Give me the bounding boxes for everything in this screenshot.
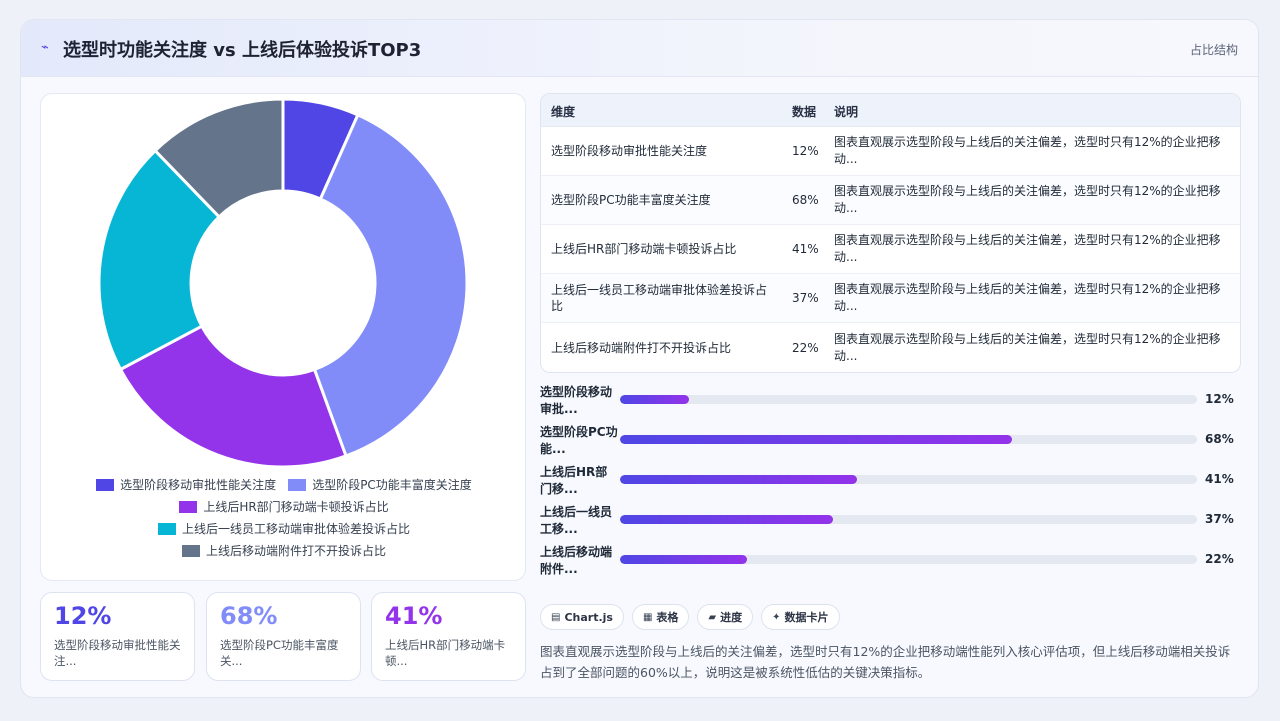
table-cell-data: 41% bbox=[792, 242, 819, 256]
stat-value: 68% bbox=[220, 602, 278, 630]
donut-chart bbox=[97, 97, 469, 469]
progress-row: 上线后一线员工移... 37% bbox=[540, 503, 1241, 543]
legend-item[interactable]: 选型阶段PC功能丰富度关注度 bbox=[288, 477, 472, 493]
stat-card: 68% 选型阶段PC功能丰富度关... bbox=[206, 592, 361, 681]
table-icon: ▦ bbox=[642, 611, 653, 623]
table-cell-note: 图表直观展示选型阶段与上线后的关注偏差，选型时只有12%的企业把移动... bbox=[834, 135, 1221, 166]
table-header: 维度 数据 说明 bbox=[541, 94, 1240, 127]
table-cell-dimension: 上线后移动端附件打不开投诉占比 bbox=[551, 340, 732, 355]
stat-label: 上线后HR部门移动端卡顿... bbox=[385, 638, 506, 668]
table-cell-dimension: 上线后HR部门移动端卡顿投诉占比 bbox=[551, 242, 737, 256]
stat-card: 12% 选型阶段移动审批性能关注... bbox=[40, 592, 195, 681]
legend-swatch bbox=[288, 479, 307, 491]
legend-label: 选型阶段PC功能丰富度关注度 bbox=[312, 478, 472, 492]
data-table: 维度 数据 说明 选型阶段移动审批性能关注度 12% 图表直观展示选型阶段与上线… bbox=[540, 93, 1241, 373]
legend-item[interactable]: 上线后移动端附件打不开投诉占比 bbox=[181, 543, 386, 559]
progress-row: 选型阶段PC功能... 68% bbox=[540, 423, 1241, 463]
progress-track bbox=[620, 555, 1197, 564]
table-header-data: 数据 bbox=[792, 105, 817, 119]
progress-track bbox=[620, 395, 1197, 404]
card-header: ⌁ 选型时功能关注度 vs 上线后体验投诉TOP3 占比结构 bbox=[21, 20, 1258, 77]
progress-label: 选型阶段PC功能... bbox=[540, 425, 618, 456]
progress-fill bbox=[620, 395, 690, 404]
tag-label: 数据卡片 bbox=[784, 611, 829, 624]
progress-value: 37% bbox=[1205, 512, 1234, 526]
progress-value: 41% bbox=[1205, 472, 1234, 486]
legend-item[interactable]: 选型阶段移动审批性能关注度 bbox=[96, 477, 276, 493]
tag-list: ▤ Chart.js ▦ 表格 ▰ 进度 ✦ 数据卡片 bbox=[540, 604, 840, 630]
table-row: 上线后一线员工移动端审批体验差投诉占比 37% 图表直观展示选型阶段与上线后的关… bbox=[541, 274, 1240, 323]
legend-swatch bbox=[96, 479, 115, 491]
donut-slice[interactable] bbox=[312, 112, 469, 458]
sparkle-icon: ✦ bbox=[772, 611, 781, 623]
progress-label: 上线后HR部门移... bbox=[540, 465, 608, 496]
table-cell-dimension: 选型阶段PC功能丰富度关注度 bbox=[551, 193, 711, 207]
chart-legend: 选型阶段移动审批性能关注度 选型阶段PC功能丰富度关注度上线后HR部门移动端卡顿投… bbox=[61, 477, 507, 559]
stat-label: 选型阶段移动审批性能关注... bbox=[54, 638, 181, 668]
progress-row: 选型阶段移动审批... 12% bbox=[540, 383, 1241, 423]
progress-track bbox=[620, 435, 1197, 444]
stat-value: 12% bbox=[54, 602, 112, 630]
legend-item[interactable]: 上线后一线员工移动端审批体验差投诉占比 bbox=[157, 521, 410, 537]
legend-label: 上线后一线员工移动端审批体验差投诉占比 bbox=[181, 522, 410, 536]
progress-row: 上线后HR部门移... 41% bbox=[540, 463, 1241, 503]
table-row: 上线后HR部门移动端卡顿投诉占比 41% 图表直观展示选型阶段与上线后的关注偏差… bbox=[541, 225, 1240, 274]
table-row: 选型阶段PC功能丰富度关注度 68% 图表直观展示选型阶段与上线后的关注偏差，选… bbox=[541, 176, 1240, 225]
table-cell-data: 22% bbox=[792, 340, 819, 355]
table-cell-note: 图表直观展示选型阶段与上线后的关注偏差，选型时只有12%的企业把移动... bbox=[834, 331, 1221, 363]
table-cell-note: 图表直观展示选型阶段与上线后的关注偏差，选型时只有12%的企业把移动... bbox=[834, 184, 1221, 215]
legend-label: 选型阶段移动审批性能关注度 bbox=[120, 478, 277, 492]
legend-label: 上线后移动端附件打不开投诉占比 bbox=[205, 544, 386, 558]
stat-value: 41% bbox=[385, 602, 443, 630]
progress-fill bbox=[620, 475, 857, 484]
tag-label: 表格 bbox=[656, 611, 679, 624]
chart-icon: ▤ bbox=[551, 611, 561, 623]
table-header-note: 说明 bbox=[834, 105, 859, 119]
progress-row: 上线后移动端附件... 22% bbox=[540, 543, 1241, 583]
stat-card: 41% 上线后HR部门移动端卡顿... bbox=[371, 592, 526, 681]
progress-track bbox=[620, 515, 1197, 524]
progress-value: 68% bbox=[1205, 432, 1234, 446]
table-cell-dimension: 选型阶段移动审批性能关注度 bbox=[551, 144, 708, 158]
header-tag: 占比结构 bbox=[1189, 43, 1238, 57]
progress-fill bbox=[620, 435, 1013, 444]
table-header-dimension: 维度 bbox=[551, 105, 576, 119]
table-cell-data: 12% bbox=[792, 144, 819, 158]
table-cell-dimension: 上线后一线员工移动端审批体验差投诉占比 bbox=[551, 283, 768, 313]
table-cell-data: 68% bbox=[792, 193, 819, 207]
progress-value: 22% bbox=[1205, 552, 1234, 566]
table-cell-note: 图表直观展示选型阶段与上线后的关注偏差，选型时只有12%的企业把移动... bbox=[834, 233, 1221, 264]
tag-chip-progress[interactable]: ▰ 进度 bbox=[697, 604, 754, 630]
tag-chip-chartjs[interactable]: ▤ Chart.js bbox=[540, 604, 624, 630]
table-row: 上线后移动端附件打不开投诉占比 22% 图表直观展示选型阶段与上线后的关注偏差，… bbox=[541, 323, 1240, 372]
legend-swatch bbox=[181, 545, 200, 557]
tag-label: Chart.js bbox=[564, 610, 613, 624]
legend-label: 上线后HR部门移动端卡顿投诉占比 bbox=[203, 500, 389, 514]
legend-swatch bbox=[157, 523, 176, 535]
tag-chip-data-card[interactable]: ✦ 数据卡片 bbox=[761, 604, 840, 630]
table-cell-note: 图表直观展示选型阶段与上线后的关注偏差，选型时只有12%的企业把移动... bbox=[834, 282, 1221, 313]
logo-icon: ⌁ bbox=[41, 40, 49, 55]
summary-text: 图表直观展示选型阶段与上线后的关注偏差，选型时只有12%的企业把移动端性能列入核… bbox=[540, 644, 1231, 680]
progress-label: 选型阶段移动审批... bbox=[540, 385, 613, 416]
table-row: 选型阶段移动审批性能关注度 12% 图表直观展示选型阶段与上线后的关注偏差，选型… bbox=[541, 127, 1240, 176]
legend-item[interactable]: 上线后HR部门移动端卡顿投诉占比 bbox=[179, 499, 389, 515]
progress-track bbox=[620, 475, 1197, 484]
donut-chart-panel: 选型阶段移动审批性能关注度 选型阶段PC功能丰富度关注度上线后HR部门移动端卡顿投… bbox=[40, 93, 526, 581]
progress-fill bbox=[620, 515, 834, 524]
stat-label: 选型阶段PC功能丰富度关... bbox=[220, 638, 339, 668]
progress-fill bbox=[620, 555, 747, 564]
tag-label: 进度 bbox=[720, 611, 743, 624]
table-cell-data: 37% bbox=[792, 291, 819, 305]
dashboard-card: ⌁ 选型时功能关注度 vs 上线后体验投诉TOP3 占比结构 选型阶段移动审批性… bbox=[20, 19, 1259, 698]
progress-value: 12% bbox=[1205, 392, 1234, 406]
progress-icon: ▰ bbox=[708, 611, 717, 623]
tag-chip-table[interactable]: ▦ 表格 bbox=[631, 604, 690, 630]
progress-label: 上线后移动端附件... bbox=[540, 545, 613, 576]
progress-label: 上线后一线员工移... bbox=[540, 505, 613, 536]
page-title: 选型时功能关注度 vs 上线后体验投诉TOP3 bbox=[63, 40, 422, 61]
legend-swatch bbox=[179, 501, 198, 513]
